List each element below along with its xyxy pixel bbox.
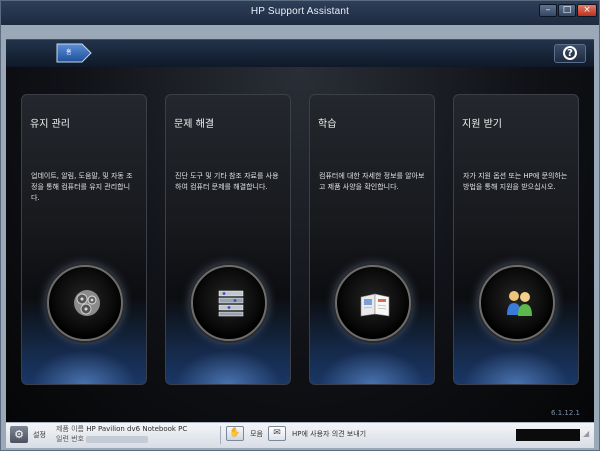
home-label: 홈 bbox=[66, 49, 72, 56]
product-name-key: 제품 이름 bbox=[56, 425, 84, 433]
card-get-support[interactable]: 지원 받기 자가 지원 옵션 또는 HP에 문의하는 방법을 통해 지원을 받으… bbox=[453, 94, 579, 385]
maximize-button[interactable]: □ bbox=[558, 4, 576, 17]
home-button[interactable]: 홈 bbox=[56, 43, 92, 63]
card-glow bbox=[310, 344, 434, 384]
card-title: 문제 해결 bbox=[174, 119, 214, 130]
troubleshooting-orb[interactable] bbox=[191, 265, 267, 341]
folder-icon: ✋ bbox=[226, 426, 244, 441]
feedback-label: HP에 사용자 의견 보내기 bbox=[292, 430, 367, 438]
card-title: 학습 bbox=[318, 119, 337, 130]
learning-orb[interactable] bbox=[335, 265, 411, 341]
card-learning[interactable]: 학습 컴퓨터에 대한 자세한 정보를 알아보고 제품 사양을 확인합니다. bbox=[309, 94, 435, 385]
settings-button[interactable]: ⚙ 설정 bbox=[10, 426, 50, 444]
settings-label: 설정 bbox=[33, 431, 46, 439]
home-arrow-icon bbox=[56, 43, 92, 63]
version-label: 6.1.12.1 bbox=[551, 409, 580, 417]
card-description: 자가 지원 옵션 또는 HP에 문의하는 방법을 통해 지원을 받으십시오. bbox=[463, 172, 568, 191]
tools-icon bbox=[218, 290, 244, 317]
card-glow bbox=[22, 344, 146, 384]
people-icon bbox=[507, 291, 532, 316]
nav-bar: 홈 ? bbox=[6, 39, 594, 68]
help-button[interactable]: ? bbox=[554, 44, 586, 63]
card-description: 업데이트, 알림, 도움말, 및 자동 조정을 통해 컴퓨터를 유지 관리합니다… bbox=[31, 172, 133, 202]
mail-icon: ✉ bbox=[268, 426, 286, 441]
card-description: 진단 도구 및 기타 참조 자료를 사용하여 컴퓨터 문제를 해결합니다. bbox=[175, 172, 279, 191]
resize-grip-icon[interactable]: ◢ bbox=[583, 429, 590, 441]
gears-icon bbox=[74, 290, 100, 316]
card-title: 유지 관리 bbox=[30, 119, 70, 130]
card-troubleshooting[interactable]: 문제 해결 진단 도구 및 기타 참조 자료를 사용하여 컴퓨터 문제를 해결합… bbox=[165, 94, 291, 385]
support-orb[interactable] bbox=[479, 265, 555, 341]
divider bbox=[220, 426, 221, 444]
product-info: 제품 이름 HP Pavilion dv6 Notebook PC 일련 번호 bbox=[56, 424, 187, 444]
favorites-label: 모음 bbox=[250, 430, 263, 438]
card-title: 지원 받기 bbox=[462, 119, 502, 130]
window-title: HP Support Assistant bbox=[250, 6, 350, 17]
book-icon bbox=[360, 293, 390, 317]
minimize-button[interactable]: – bbox=[539, 4, 557, 17]
app-window: HP Support Assistant – □ × 홈 ? 유지 관리 업데이… bbox=[0, 0, 600, 451]
card-glow bbox=[166, 344, 290, 384]
card-glow bbox=[454, 344, 578, 384]
maintenance-orb[interactable] bbox=[47, 265, 123, 341]
card-maintenance[interactable]: 유지 관리 업데이트, 알림, 도움말, 및 자동 조정을 통해 컴퓨터를 유지… bbox=[21, 94, 147, 385]
gear-icon: ⚙ bbox=[10, 426, 28, 443]
title-bar[interactable]: HP Support Assistant – □ × bbox=[1, 1, 599, 25]
close-button[interactable]: × bbox=[577, 4, 597, 17]
serial-redacted bbox=[86, 435, 149, 443]
product-name-value: HP Pavilion dv6 Notebook PC bbox=[86, 425, 188, 433]
help-icon: ? bbox=[563, 46, 577, 60]
main-stage: 유지 관리 업데이트, 알림, 도움말, 및 자동 조정을 통해 컴퓨터를 유지… bbox=[6, 67, 594, 422]
serial-key: 일련 번호 bbox=[56, 435, 84, 443]
logo-area bbox=[516, 429, 580, 441]
card-description: 컴퓨터에 대한 자세한 정보를 알아보고 제품 사양을 확인합니다. bbox=[319, 172, 425, 191]
status-bar: ⚙ 설정 제품 이름 HP Pavilion dv6 Notebook PC 일… bbox=[6, 422, 594, 448]
